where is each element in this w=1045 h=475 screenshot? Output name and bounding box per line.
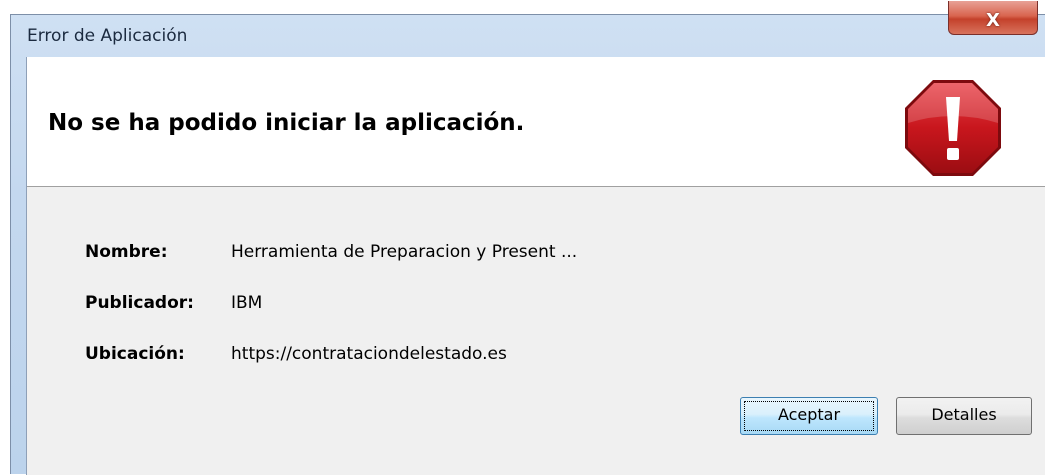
- error-message: No se ha podido iniciar la aplicación.: [48, 110, 525, 136]
- stop-error-icon: [905, 80, 1001, 176]
- close-icon: X: [986, 10, 1000, 31]
- details-button-label: Detalles: [931, 405, 997, 424]
- publisher-value: IBM: [231, 293, 263, 313]
- close-button[interactable]: X: [948, 1, 1038, 35]
- detail-row-publisher: Publicador: IBM: [85, 291, 262, 315]
- detail-row-name: Nombre: Herramienta de Preparacion y Pres…: [85, 240, 577, 264]
- name-value: Herramienta de Preparacion y Present ...: [231, 242, 578, 262]
- detail-row-location: Ubicación: https://contrataciondelestado.…: [85, 342, 507, 366]
- dialog-content: No se ha podido iniciar la aplicación. N…: [26, 57, 1045, 475]
- accept-button[interactable]: Aceptar: [740, 397, 878, 435]
- details-button[interactable]: Detalles: [896, 397, 1032, 435]
- location-label: Ubicación:: [85, 344, 185, 364]
- accept-button-label: Aceptar: [777, 405, 841, 424]
- publisher-label: Publicador:: [85, 293, 194, 313]
- name-label: Nombre:: [85, 242, 168, 262]
- window-title: Error de Aplicación: [27, 26, 188, 46]
- message-header: No se ha podido iniciar la aplicación.: [27, 57, 1045, 187]
- location-value: https://contrataciondelestado.es: [231, 344, 507, 364]
- error-dialog-window: Error de Aplicación X No se ha podido in…: [10, 1, 1045, 475]
- title-bar[interactable]: Error de Aplicación X: [11, 1, 1045, 57]
